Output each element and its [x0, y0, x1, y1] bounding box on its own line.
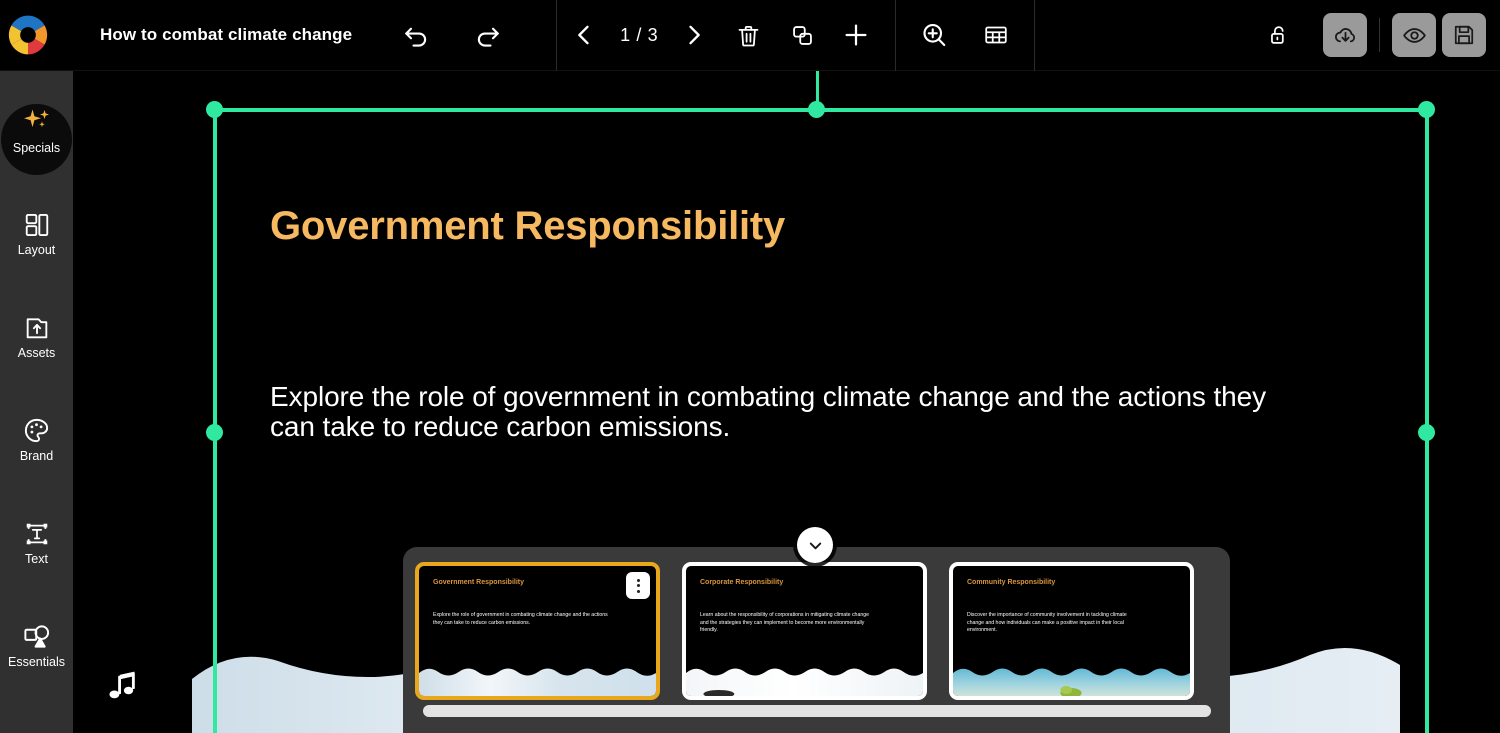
- collapse-thumbnails-button[interactable]: [797, 527, 833, 563]
- folder-upload-icon: [23, 314, 51, 342]
- grid-view-button[interactable]: [974, 13, 1018, 57]
- sidebar-item-brand[interactable]: Brand: [0, 388, 73, 491]
- save-button[interactable]: [1442, 13, 1486, 57]
- zoom-in-button[interactable]: [912, 13, 956, 57]
- shapes-icon: [22, 622, 51, 651]
- sidebar-item-label: Assets: [18, 347, 56, 360]
- thumbnail-water-graphic: [419, 664, 656, 696]
- chevron-down-icon: [806, 536, 825, 555]
- layout-grid-icon: [23, 211, 51, 239]
- thumbnail-panel: Government Responsibility Explore the ro…: [403, 547, 1230, 733]
- view-controls-group: [896, 13, 1034, 57]
- sidebar-item-layout[interactable]: Layout: [0, 182, 73, 285]
- thumbnail-title: Government Responsibility: [433, 579, 524, 586]
- thumbnail-body: Explore the role of government in combat…: [433, 612, 608, 627]
- selection-edge-left: [213, 108, 217, 733]
- delete-slide-button[interactable]: [721, 8, 775, 62]
- sparkles-icon: [21, 107, 53, 137]
- text-box-icon: [23, 520, 51, 548]
- sidebar-item-label: Specials: [13, 142, 60, 155]
- sidebar-item-label: Layout: [18, 244, 56, 257]
- thumbnail-water-graphic: [953, 664, 1190, 696]
- thumbnail-scrollbar-thumb[interactable]: [423, 705, 1211, 717]
- thumbnail-title: Community Responsibility: [967, 579, 1055, 586]
- left-sidebar: Specials Layout Assets: [0, 71, 73, 733]
- zoom-in-icon: [919, 20, 949, 50]
- slide-navigation-group: 1 / 3: [557, 8, 883, 62]
- thumbnail-slide-2[interactable]: Corporate Responsibility Learn about the…: [682, 562, 927, 700]
- sidebar-item-label: Text: [25, 553, 48, 566]
- slide-body-text[interactable]: Explore the role of government in combat…: [270, 382, 1280, 442]
- selection-handle-top-center[interactable]: [808, 101, 825, 118]
- plus-icon: [841, 20, 871, 50]
- thumbnail-title: Corporate Responsibility: [700, 579, 783, 586]
- page-indicator: 1 / 3: [611, 25, 667, 46]
- right-toolbar-group: [1253, 9, 1500, 61]
- undo-icon: [401, 20, 431, 50]
- floppy-save-icon: [1451, 22, 1477, 48]
- toolbar-divider-3: [1034, 0, 1035, 71]
- previous-slide-button[interactable]: [557, 8, 611, 62]
- grid-icon: [982, 21, 1010, 49]
- more-vertical-icon: [637, 584, 640, 587]
- chevron-right-icon: [680, 21, 708, 49]
- download-button[interactable]: [1323, 13, 1367, 57]
- thumbnail-slide-1[interactable]: Government Responsibility Explore the ro…: [415, 562, 660, 700]
- thumbnail-slide-3[interactable]: Community Responsibility Discover the im…: [949, 562, 1194, 700]
- thumbnail-scrollbar-track[interactable]: [423, 705, 1211, 717]
- redo-icon: [473, 20, 503, 50]
- selection-handle-top-right[interactable]: [1418, 101, 1435, 118]
- selection-handle-top-left[interactable]: [206, 101, 223, 118]
- sidebar-item-specials[interactable]: Specials: [0, 79, 73, 182]
- sidebar-item-text[interactable]: Text: [0, 491, 73, 594]
- add-slide-button[interactable]: [829, 8, 883, 62]
- thumbnail-body: Discover the importance of community inv…: [967, 612, 1142, 635]
- more-vertical-icon: [637, 590, 640, 593]
- app-root: How to combat climate change: [0, 0, 1500, 733]
- slide-title[interactable]: Government Responsibility: [270, 204, 785, 249]
- top-toolbar: How to combat climate change: [0, 0, 1500, 71]
- pinwheel-logo-icon: [5, 12, 51, 58]
- thumbnail-options-button[interactable]: [626, 572, 650, 599]
- music-note-icon: [106, 666, 142, 706]
- redo-button[interactable]: [466, 13, 510, 57]
- thumbnail-water-graphic: [686, 664, 923, 696]
- more-vertical-icon: [637, 579, 640, 582]
- undo-button[interactable]: [394, 13, 438, 57]
- preview-button[interactable]: [1392, 13, 1436, 57]
- music-button[interactable]: [106, 666, 142, 711]
- duplicate-slide-button[interactable]: [775, 8, 829, 62]
- sidebar-item-label: Essentials: [8, 656, 65, 669]
- sidebar-item-essentials[interactable]: Essentials: [0, 594, 73, 697]
- cloud-download-icon: [1332, 22, 1359, 49]
- lock-button[interactable]: [1253, 9, 1305, 61]
- history-controls: [394, 13, 510, 57]
- document-title: How to combat climate change: [100, 25, 352, 45]
- duplicate-icon: [789, 22, 816, 49]
- sidebar-item-label: Brand: [20, 450, 53, 463]
- chevron-left-icon: [570, 21, 598, 49]
- selection-handle-middle-left[interactable]: [206, 424, 223, 441]
- unlock-icon: [1266, 22, 1292, 48]
- thumbnail-list: Government Responsibility Explore the ro…: [415, 562, 1218, 700]
- toolbar-divider-4: [1379, 18, 1380, 52]
- selection-handle-middle-right[interactable]: [1418, 424, 1435, 441]
- selection-edge-right: [1425, 108, 1429, 733]
- next-slide-button[interactable]: [667, 8, 721, 62]
- app-logo[interactable]: [0, 7, 56, 63]
- palette-icon: [22, 416, 51, 445]
- trash-icon: [735, 22, 762, 49]
- sidebar-item-assets[interactable]: Assets: [0, 285, 73, 388]
- eye-icon: [1401, 22, 1428, 49]
- thumbnail-body: Learn about the responsibility of corpor…: [700, 612, 875, 635]
